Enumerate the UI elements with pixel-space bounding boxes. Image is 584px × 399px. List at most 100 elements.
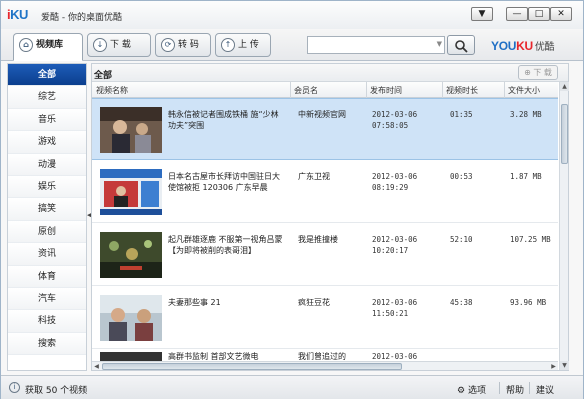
- download-button-label: 下 载: [533, 68, 552, 77]
- sidebar-item-label: 全部: [37, 70, 56, 80]
- tab-label: 视频库: [36, 40, 64, 50]
- horizontal-scrollbar[interactable]: ◀ ▶: [92, 361, 558, 370]
- download-button[interactable]: ⊕ 下 载: [518, 65, 558, 80]
- video-member[interactable]: 广东卫视: [298, 171, 370, 182]
- video-member[interactable]: 我们曾追过的: [298, 351, 370, 361]
- video-title[interactable]: 韩永信被记者围成铁桶 施“少林功夫”突围: [168, 109, 286, 131]
- column-header-member[interactable]: 会员名: [294, 85, 318, 96]
- scrollbar-thumb[interactable]: [561, 104, 568, 164]
- column-divider[interactable]: [366, 82, 367, 98]
- table-row[interactable]: 夫妻那些事 21 疯狂豆花 2012-03-06 11:50:21 45:38 …: [92, 287, 558, 349]
- column-divider[interactable]: [290, 82, 291, 98]
- publish-clock: 11:50:21: [372, 309, 409, 318]
- video-member[interactable]: 中新视频官网: [298, 109, 370, 120]
- column-header-size[interactable]: 文件大小: [508, 85, 540, 96]
- publish-clock: 08:19:29: [372, 183, 409, 192]
- video-thumbnail[interactable]: [100, 295, 162, 341]
- suggest-link[interactable]: 建议: [536, 383, 554, 396]
- maximize-button[interactable]: □: [528, 7, 550, 21]
- close-icon: ✕: [557, 9, 565, 19]
- column-divider[interactable]: [442, 82, 443, 98]
- publish-clock: 10:20:17: [372, 246, 409, 255]
- sidebar-item-label: 综艺: [37, 92, 56, 103]
- column-divider[interactable]: [504, 82, 505, 98]
- close-button[interactable]: ✕: [550, 7, 572, 21]
- video-member[interactable]: 疯狂豆花: [298, 297, 370, 308]
- video-title[interactable]: 起凡群雄逐鹿 不服第一视角吕蒙【为即将被削的表哥泪】: [168, 234, 286, 256]
- sidebar-item-label: 动漫: [37, 159, 56, 170]
- sidebar-item-original[interactable]: 原创: [8, 220, 86, 244]
- convert-icon: ⟳: [161, 38, 175, 52]
- tab-video-library[interactable]: ⌂ 视频库: [13, 33, 83, 61]
- video-publish-time: 2012-03-06 10:20:17: [372, 234, 438, 256]
- sidebar-item-label: 汽车: [37, 293, 56, 304]
- sidebar-item-funny[interactable]: 搞笑: [8, 198, 86, 221]
- sidebar-item-all[interactable]: 全部: [8, 64, 86, 87]
- table-row[interactable]: 起凡群雄逐鹿 不服第一视角吕蒙【为即将被削的表哥泪】 我是推撞楼 2012-03…: [92, 224, 558, 286]
- app-window: iKU 爱酷 - 你的桌面优酷 ▼ — □ ✕ ⌂ 视频库 ↓ 下 载 ⟳ 转 …: [0, 0, 584, 399]
- minimize-icon: —: [512, 9, 522, 19]
- minimize-button[interactable]: —: [506, 7, 528, 21]
- thumbnail-image: [100, 232, 162, 278]
- youku-logo: YOUKU 优酷: [491, 38, 555, 53]
- column-header-title[interactable]: 视频名称: [96, 85, 128, 96]
- video-title[interactable]: 日本名古屋市长拜访中国驻日大使馆被拒 120306 广东早晨: [168, 171, 286, 193]
- table-row[interactable]: 高群书监制 首部文艺微电 我们曾追过的 2012-03-06: [92, 350, 558, 361]
- video-duration: 52:10: [450, 235, 473, 244]
- download-icon: ⊕: [524, 68, 531, 77]
- table-row[interactable]: 韩永信被记者围成铁桶 施“少林功夫”突围 中新视频官网 2012-03-06 0…: [92, 98, 558, 160]
- sidebar-item-label: 资讯: [37, 249, 56, 260]
- video-member[interactable]: 我是推撞楼: [298, 234, 370, 245]
- video-thumbnail[interactable]: [100, 107, 162, 153]
- status-bar: i 获取 50 个视频 ⚙ 选项 帮助 建议: [1, 375, 583, 399]
- sidebar-item-games[interactable]: 游戏: [8, 131, 86, 154]
- help-link[interactable]: 帮助: [506, 383, 524, 396]
- publish-date: 2012-03-06: [372, 110, 418, 119]
- chevron-down-icon: ▼: [478, 9, 486, 19]
- tab-convert[interactable]: ⟳ 转 码: [155, 33, 211, 57]
- vertical-scrollbar[interactable]: ▲ ▼: [559, 82, 569, 370]
- search-input[interactable]: ▼: [307, 36, 445, 54]
- app-subtitle: - 你的桌面优酷: [61, 13, 122, 23]
- options-link[interactable]: ⚙ 选项: [457, 383, 486, 396]
- scrollbar-thumb[interactable]: [102, 363, 402, 370]
- sidebar-item-news[interactable]: 资讯: [8, 243, 86, 266]
- tab-upload[interactable]: ↑ 上 传: [215, 33, 271, 57]
- video-title[interactable]: 高群书监制 首部文艺微电: [168, 351, 286, 361]
- scroll-right-icon[interactable]: ▶: [549, 362, 558, 371]
- download-icon: ↓: [93, 38, 107, 52]
- publish-date: 2012-03-06: [372, 235, 418, 244]
- menu-dropdown-button[interactable]: ▼: [471, 7, 493, 21]
- video-thumbnail[interactable]: [100, 352, 162, 361]
- sidebar-item-auto[interactable]: 汽车: [8, 287, 86, 311]
- sidebar-item-entertainment[interactable]: 娱乐: [8, 175, 86, 199]
- video-publish-time: 2012-03-06 11:50:21: [372, 297, 438, 319]
- scroll-down-icon[interactable]: ▼: [560, 361, 569, 370]
- video-thumbnail[interactable]: [100, 232, 162, 278]
- video-size: 1.87 MB: [510, 172, 542, 181]
- sidebar-item-search[interactable]: 搜索: [8, 332, 86, 356]
- video-size: 93.96 MB: [510, 298, 547, 307]
- publish-date: 2012-03-06: [372, 352, 418, 361]
- scroll-up-icon[interactable]: ▲: [560, 82, 569, 91]
- sidebar-item-anime[interactable]: 动漫: [8, 153, 86, 176]
- search-button[interactable]: [447, 35, 475, 55]
- scroll-left-icon[interactable]: ◀: [92, 362, 101, 371]
- options-label: 选项: [467, 386, 486, 396]
- title-bar: iKU 爱酷 - 你的桌面优酷 ▼ — □ ✕: [1, 1, 583, 29]
- youku-ku: KU: [516, 39, 533, 53]
- chevron-down-icon[interactable]: ▼: [437, 40, 442, 48]
- tab-download[interactable]: ↓ 下 载: [87, 33, 151, 57]
- column-header-duration[interactable]: 视频时长: [446, 85, 478, 96]
- video-title[interactable]: 夫妻那些事 21: [168, 297, 286, 308]
- sidebar-item-label: 搜索: [37, 338, 56, 349]
- column-header-publish-time[interactable]: 发布时间: [370, 85, 402, 96]
- table-row[interactable]: 日本名古屋市长拜访中国驻日大使馆被拒 120306 广东早晨 广东卫视 2012…: [92, 161, 558, 223]
- video-publish-time: 2012-03-06 08:19:29: [372, 171, 438, 193]
- sidebar-item-variety[interactable]: 综艺: [8, 86, 86, 109]
- video-duration: 01:35: [450, 110, 473, 119]
- sidebar-item-tech[interactable]: 科技: [8, 310, 86, 333]
- sidebar-item-music[interactable]: 音乐: [8, 108, 86, 132]
- video-thumbnail[interactable]: [100, 169, 162, 215]
- sidebar-item-sports[interactable]: 体育: [8, 265, 86, 288]
